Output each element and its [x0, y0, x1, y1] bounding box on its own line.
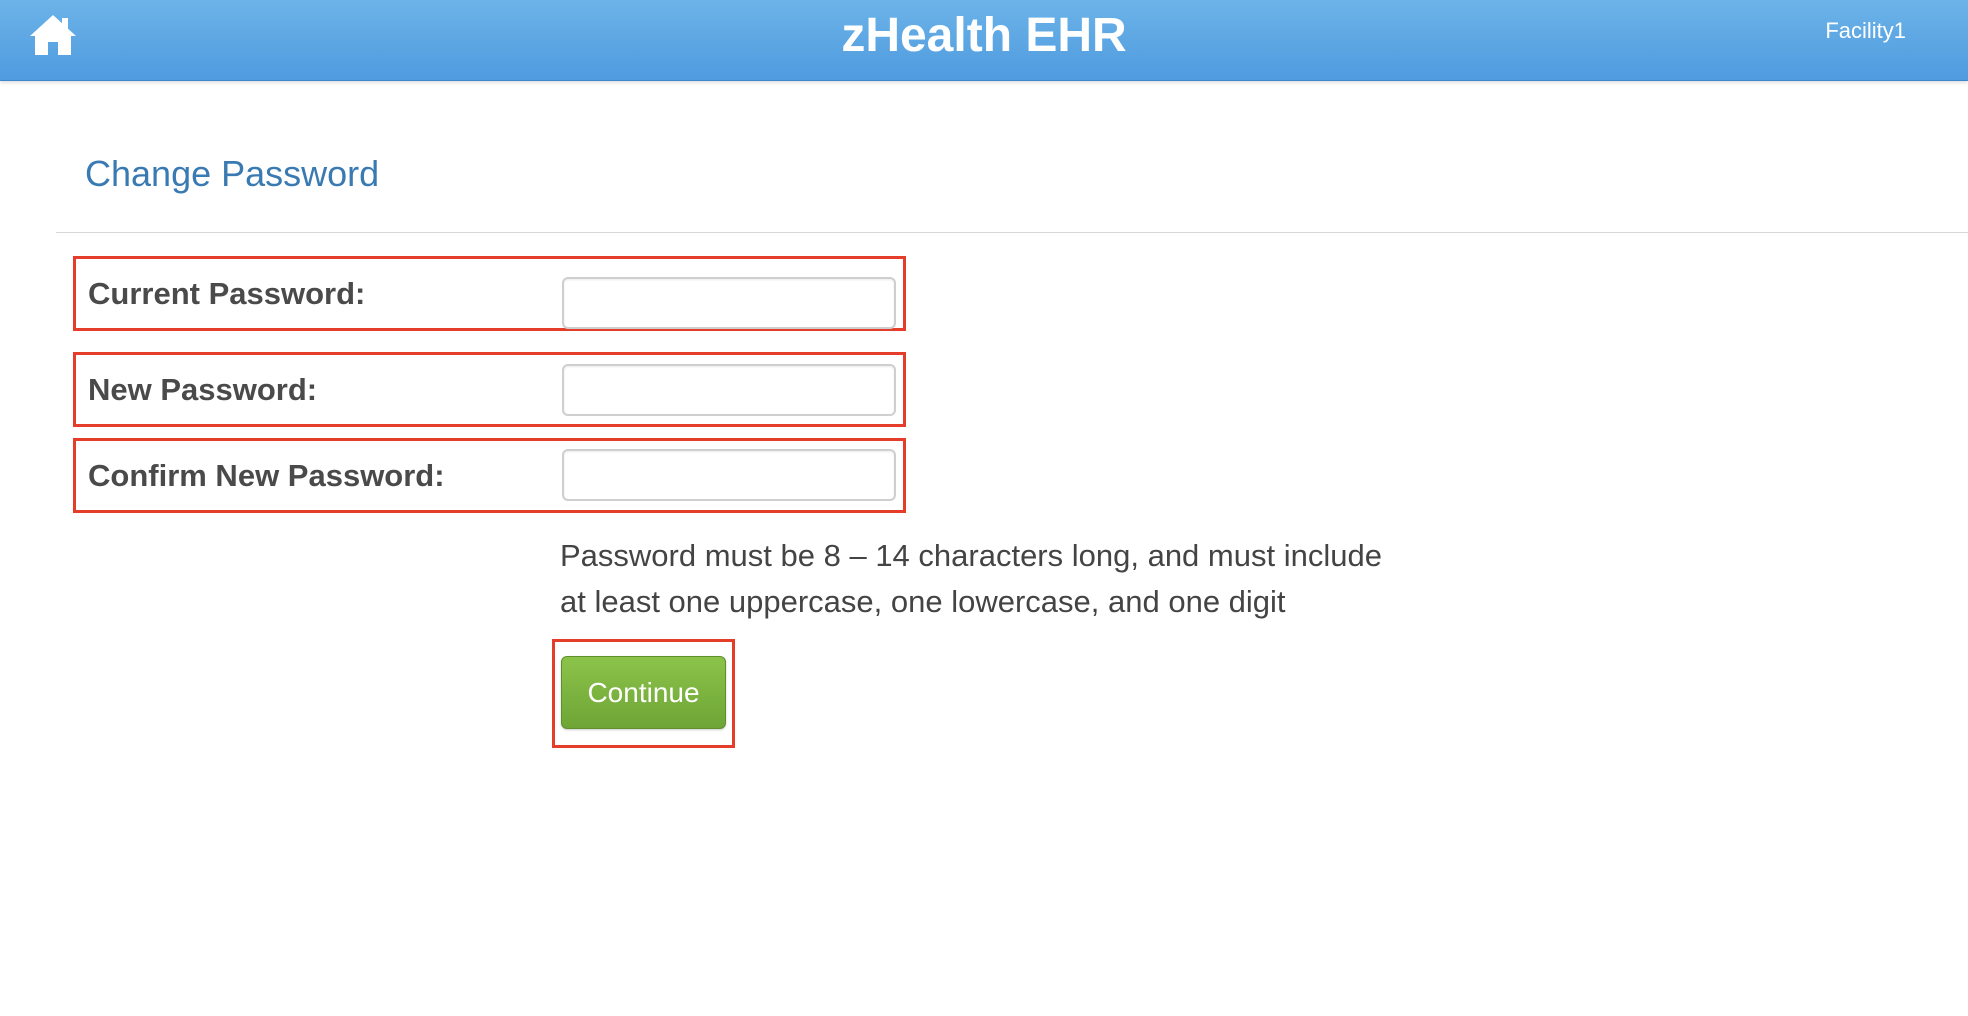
new-password-row: New Password: [73, 352, 906, 427]
current-password-label: Current Password: [88, 276, 366, 311]
page-title: Change Password [85, 153, 380, 194]
facility-selector[interactable]: Facility1 [1825, 16, 1906, 46]
confirm-password-label: Confirm New Password: [88, 458, 445, 493]
current-password-input[interactable] [562, 277, 896, 329]
confirm-password-row: Confirm New Password: [73, 438, 906, 513]
app-header: zHealth EHR Facility1 [0, 0, 1968, 81]
change-password-page: zHealth EHR Facility1 Change Password Cu… [0, 0, 1968, 1016]
password-requirements-hint: Password must be 8 – 14 characters long,… [560, 533, 1460, 625]
new-password-label: New Password: [88, 372, 318, 407]
current-password-row: Current Password: [73, 256, 906, 331]
app-title: zHealth EHR [841, 9, 1127, 62]
hint-line: Password must be 8 – 14 characters long,… [560, 538, 1382, 573]
continue-button[interactable]: Continue [561, 656, 726, 729]
hint-line: at least one uppercase, one lowercase, a… [560, 584, 1286, 619]
title-divider [56, 232, 1968, 233]
continue-button-highlight: Continue [552, 639, 735, 748]
confirm-password-input[interactable] [562, 449, 896, 501]
new-password-input[interactable] [562, 364, 896, 416]
